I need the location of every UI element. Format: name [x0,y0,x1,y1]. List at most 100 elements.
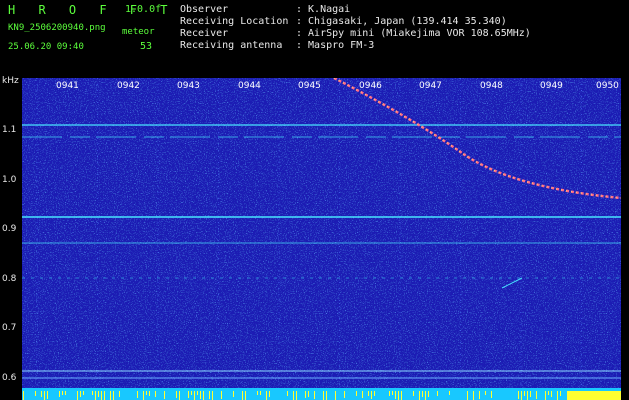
signal-level-tick [479,391,480,399]
signal-level-tick [149,391,150,396]
signal-level-tick [113,391,114,400]
signal-level-tick [335,391,336,400]
signal-level-tick [560,391,561,396]
signal-level-tick [530,391,531,397]
signal-level-tick [521,391,522,400]
signal-level-tick [557,391,558,400]
file-name: KN9_2506200940.png [8,23,106,33]
signal-level-tick [536,391,537,399]
signal-level-tick [110,391,111,400]
signal-level-tick [368,391,369,396]
signal-level-tick [65,391,66,395]
signal-level-tick [212,391,213,400]
signal-level-tick [374,391,375,396]
signal-level-tick [62,391,63,395]
signal-level-tick [449,391,450,395]
signal-level-tick [101,391,102,400]
signal-level-ticks [23,391,561,400]
observer-label: Observer [180,4,229,15]
signal-level-tick [425,391,426,400]
location-label: Receiving Location [180,16,289,27]
signal-level-tick [323,391,324,400]
signal-level-tick [146,391,147,395]
signal-level-tick [551,391,552,397]
signal-level-tick [245,391,246,400]
signal-level-tick [176,391,177,398]
signal-level-tick [233,391,234,397]
signal-level-tick [413,391,414,396]
signal-level-tick [296,391,297,400]
y-axis: kHz 1.1 1.0 0.9 0.8 0.7 0.6 [0,76,22,400]
signal-level-tick [155,391,156,397]
signal-level-tick [137,391,138,398]
signal-level-tick [287,391,288,396]
signal-level-tick [491,391,492,398]
x-tick-0944: 0944 [238,81,261,91]
signal-level-tick [104,391,105,400]
x-tick-0949: 0949 [540,81,563,91]
signal-level-tick [266,391,267,400]
signal-level-tick [419,391,420,400]
signal-level-tick [164,391,165,399]
signal-level-tick [545,391,546,400]
signal-level-tick [485,391,486,395]
y-tick-1.1: 1.1 [2,125,17,135]
signal-level-tick [41,391,42,397]
signal-level-tick [344,391,345,398]
signal-level-tick [47,391,48,399]
signal-level-tick [143,391,144,400]
right-margin [621,78,629,400]
y-tick-0.9: 0.9 [2,224,17,234]
signal-level-tick [437,391,438,396]
signal-level-tick [356,391,357,396]
signal-level-tick [77,391,78,400]
signal-level-tick [518,391,519,399]
location-value: : Chigasaki, Japan (139.414 35.340) [296,16,507,27]
x-tick-0942: 0942 [117,81,140,91]
signal-level-tick [257,391,258,395]
signal-level-tick [308,391,309,397]
x-tick-0946: 0946 [359,81,382,91]
x-tick-0948: 0948 [480,81,503,91]
signal-level-tick [548,391,549,395]
signal-level-tick [527,391,528,400]
signal-level-tick [392,391,393,395]
meteor-count: 53 [140,41,153,52]
header-panel: H R O F F T 1.0.0f KN9_2506200940.png me… [0,0,629,78]
x-tick-0943: 0943 [177,81,200,91]
signal-level-tick [92,391,93,395]
app-version: 1.0.0f [125,4,162,15]
signal-level-tick [326,391,327,400]
meteor-label: meteor [122,27,155,37]
signal-level-tick [80,391,81,397]
signal-level-tick [35,391,36,396]
signal-level-tick [179,391,180,400]
receiver-value: : AirSpy mini (Miakejima VOR 108.65MHz) [296,28,531,39]
signal-level-tick [95,391,96,400]
signal-level-tick [194,391,195,400]
signal-level-tick [395,391,396,399]
signal-level-tick [197,391,198,395]
signal-level-tick [23,391,24,400]
receiver-label: Receiver [180,28,229,39]
x-tick-0950: 0950 [596,81,619,91]
signal-level-tick [209,391,210,399]
observer-value: : K.Nagai [296,4,351,15]
y-tick-1.0: 1.0 [2,175,17,185]
signal-level-tick [242,391,243,400]
x-tick-0947: 0947 [419,81,442,91]
signal-level-tick [293,391,294,400]
signal-level-tick [221,391,222,399]
signal-level-tick [269,391,270,397]
signal-level-tick [398,391,399,400]
y-axis-unit: kHz [2,76,19,86]
signal-level-strip [23,391,621,400]
spectrogram: 0941 0942 0943 0944 0945 0946 0947 0948 … [22,78,621,388]
signal-level-tick [119,391,120,397]
spectrogram-canvas [22,78,621,388]
signal-highlight [567,391,621,400]
y-tick-0.8: 0.8 [2,274,17,284]
signal-level-tick [314,391,315,399]
signal-level-tick [422,391,423,397]
signal-level-tick [191,391,192,395]
